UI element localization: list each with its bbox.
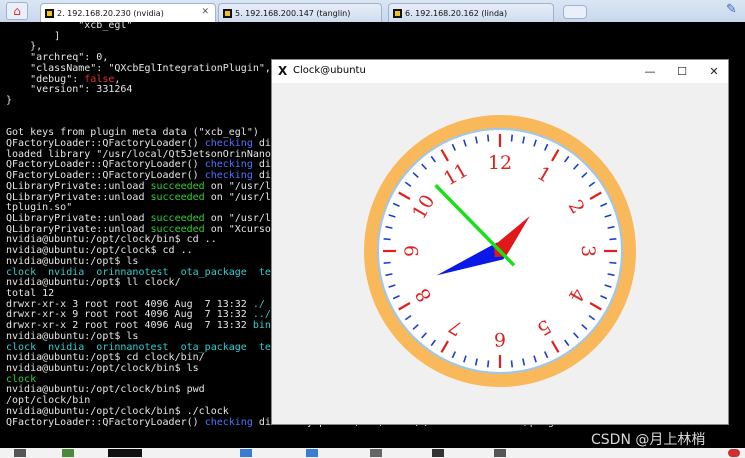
terminal-text: "archreq": 0,	[6, 52, 109, 64]
terminal-text: Got keys from plugin meta data ("xcb_egl…	[6, 127, 259, 139]
terminal-text: loaded library "/usr/local/Qt5JetsonOrin…	[6, 148, 283, 160]
clock-numeral: 3	[577, 245, 599, 257]
clock-numeral: 9	[401, 245, 423, 257]
paperclip-icon[interactable]: ✎	[726, 2, 737, 17]
terminal-line: "version": 331264	[6, 85, 132, 96]
terminal-text: tplugin.so"	[6, 202, 73, 214]
minute-tick	[383, 261, 391, 265]
terminal-text: nvidia@ubuntu:/opt/clock$ cd ..	[6, 245, 193, 257]
terminal-text: checking	[204, 170, 253, 182]
terminal-text: nvidia@ubuntu:/opt$ cd clock/bin/	[6, 352, 205, 364]
terminal-text: nvidia@ubuntu:/opt/clock/bin$ ./clock	[6, 405, 229, 417]
terminal-text: succeeded	[150, 180, 205, 192]
terminal-text: total 12	[6, 288, 55, 299]
terminal-text: /opt/clock/bin	[6, 395, 91, 407]
terminal-text: succeeded	[150, 223, 205, 235]
terminal-text: drwxr-xr-x 9 root root 4096 Aug 7 13:32	[6, 309, 253, 321]
clock-numeral: 12	[488, 152, 512, 174]
maximize-button[interactable]: ☐	[668, 62, 696, 80]
terminal-text: "debug":	[6, 73, 85, 85]
taskbar-app-icon[interactable]	[108, 449, 142, 457]
minute-tick	[383, 237, 391, 241]
taskbar-app-icon[interactable]	[432, 449, 444, 457]
window-title: Clock@ubuntu	[293, 65, 366, 76]
taskbar-app-icon[interactable]	[62, 449, 74, 457]
tab-label: 6. 192.168.20.162 (linda)	[405, 8, 508, 18]
taskbar-app-icon[interactable]	[494, 449, 506, 457]
tab-label: 2. 192.168.20.230 (nvidia)	[57, 9, 164, 18]
new-tab-button[interactable]	[563, 5, 587, 19]
taskbar-app-icon[interactable]	[306, 449, 318, 457]
terminal-icon	[393, 8, 402, 18]
terminal-text: ./	[252, 298, 265, 310]
terminal-text: "xcb_egl"	[6, 22, 133, 31]
terminal-text: ../	[252, 309, 271, 321]
close-button[interactable]: ✕	[700, 62, 728, 80]
terminal-text: QLibraryPrivate::unload	[6, 223, 151, 235]
terminal-text: nvidia@ubuntu:/opt/clock/bin$ cd ..	[6, 234, 217, 246]
terminal-icon	[223, 8, 232, 18]
taskbar-app-icon[interactable]	[370, 449, 382, 457]
taskbar-app-icon[interactable]	[14, 449, 26, 457]
terminal-text: ,	[114, 73, 121, 85]
terminal-icon	[45, 9, 54, 18]
terminal-text: checking	[204, 416, 253, 428]
minimize-button[interactable]: —	[636, 62, 664, 80]
terminal-text: ]	[6, 30, 61, 42]
tab-nvidia[interactable]: 2. 192.168.20.230 (nvidia) ✕	[40, 3, 216, 23]
minute-tick	[486, 360, 490, 368]
terminal-text: drwxr-xr-x 3 root root 4096 Aug 7 13:32	[6, 298, 253, 310]
clock-numeral: 6	[494, 328, 506, 350]
terminal-text: QFactoryLoader::QFactoryLoader()	[6, 170, 205, 182]
close-tab-icon[interactable]: ✕	[201, 7, 209, 17]
watermark: CSDN @月上林梢	[591, 432, 706, 448]
terminal-text: drwxr-xr-x 2 root root 4096 Aug 7 13:32	[6, 320, 253, 332]
tab-tanglin[interactable]: 5. 192.168.200.147 (tanglin)	[218, 3, 382, 22]
window-titlebar[interactable]: X Clock@ubuntu — ☐ ✕	[272, 60, 728, 83]
terminal-text: nvidia@ubuntu:/opt$ ll clock/	[6, 277, 181, 289]
analog-clock: 12 1234567891011	[364, 115, 636, 387]
terminal-text: QFactoryLoader::QFactoryLoader()	[6, 159, 205, 171]
terminal-text: succeeded	[150, 212, 205, 224]
tab-bar: ⌂ 2. 192.168.20.230 (nvidia) ✕ 5. 192.16…	[0, 0, 745, 23]
terminal-text: "className": "QXcbEglIntegrationPlugin",	[6, 62, 271, 74]
terminal-text: QLibraryPrivate::unload	[6, 212, 151, 224]
terminal-text: succeeded	[150, 191, 205, 203]
taskbar-app-icon[interactable]	[240, 449, 252, 457]
terminal-text: nvidia@ubuntu:/opt/clock/bin$ pwd	[6, 384, 205, 396]
minute-tick	[609, 237, 617, 241]
tab-linda[interactable]: 6. 192.168.20.162 (linda)	[388, 3, 554, 22]
terminal-text: },	[6, 41, 43, 53]
minute-tick	[486, 134, 490, 142]
terminal-text: QLibraryPrivate::unload	[6, 191, 151, 203]
taskbar	[0, 448, 745, 458]
home-icon[interactable]: ⌂	[6, 2, 28, 20]
terminal-text: }	[6, 95, 13, 107]
terminal-line: }	[6, 95, 13, 107]
minute-tick	[510, 134, 514, 142]
terminal-text: checking	[204, 159, 253, 171]
terminal-text: QLibraryPrivate::unload	[6, 180, 151, 192]
terminal-text: clock nvidia orinnanotest ota_package te…	[6, 266, 283, 278]
terminal-text: nvidia@ubuntu:/opt/clock/bin$ ls	[6, 363, 199, 375]
terminal-text: clock nvidia orinnanotest ota_package te…	[6, 341, 283, 353]
terminal-text: QFactoryLoader::QFactoryLoader()	[6, 137, 205, 149]
minute-tick	[510, 360, 514, 368]
terminal-text: QFactoryLoader::QFactoryLoader()	[6, 416, 205, 428]
x-logo-icon: X	[278, 64, 288, 78]
clock-window: X Clock@ubuntu — ☐ ✕ 12 1 2 3 4 5 6 7 8 9 10 11	[271, 59, 729, 425]
terminal-text: checking	[204, 137, 253, 149]
minute-tick	[609, 261, 617, 265]
tab-label: 5. 192.168.200.147 (tanglin)	[235, 8, 351, 18]
terminal-text: nvidia@ubuntu:/opt$ ls	[6, 330, 139, 342]
terminal-text: false	[84, 73, 115, 85]
terminal-text: "version": 331264	[6, 84, 133, 96]
terminal-text: nvidia@ubuntu:/opt$ ls	[6, 255, 139, 267]
terminal-text: clock	[6, 373, 37, 385]
notification-icon[interactable]	[728, 449, 740, 457]
